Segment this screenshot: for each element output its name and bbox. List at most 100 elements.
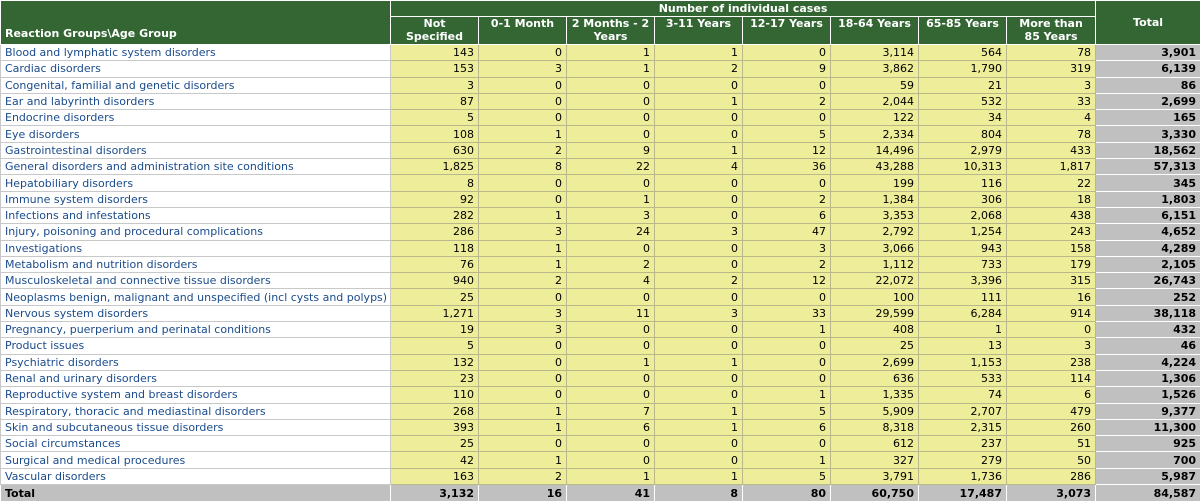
case-count-cell: 0 (567, 93, 655, 109)
row-total-cell: 57,313 (1096, 159, 1200, 175)
case-count-cell: 0 (743, 175, 831, 191)
case-count-cell: 1,736 (919, 468, 1007, 484)
row-total-cell: 165 (1096, 110, 1200, 126)
column-header: 18-64 Years (831, 17, 919, 45)
case-count-cell: 0 (567, 77, 655, 93)
case-count-cell: 3,114 (831, 45, 919, 61)
case-count-cell: 108 (391, 126, 479, 142)
case-count-cell: 78 (1007, 126, 1096, 142)
case-count-cell: 2 (655, 273, 743, 289)
case-count-cell: 0 (479, 436, 567, 452)
case-count-cell: 158 (1007, 240, 1096, 256)
case-count-cell: 8 (391, 175, 479, 191)
row-total-cell: 46 (1096, 338, 1200, 354)
case-count-cell: 1 (567, 45, 655, 61)
case-count-cell: 533 (919, 370, 1007, 386)
case-count-cell: 4 (655, 159, 743, 175)
column-total-cell: 60,750 (831, 485, 919, 502)
case-count-cell: 76 (391, 256, 479, 272)
case-count-cell: 438 (1007, 207, 1096, 223)
case-count-cell: 0 (655, 240, 743, 256)
case-count-cell: 0 (479, 93, 567, 109)
case-count-cell: 1 (655, 45, 743, 61)
case-count-cell: 78 (1007, 45, 1096, 61)
case-count-cell: 4 (1007, 110, 1096, 126)
case-count-cell: 1 (479, 240, 567, 256)
case-count-cell: 23 (391, 370, 479, 386)
table-row: Vascular disorders16321153,7911,7362865,… (1, 468, 1200, 484)
case-count-cell: 0 (655, 436, 743, 452)
case-count-cell: 25 (391, 289, 479, 305)
table-row: Renal and urinary disorders2300006365331… (1, 370, 1200, 386)
table-row: Reproductive system and breast disorders… (1, 387, 1200, 403)
row-total-cell: 4,224 (1096, 354, 1200, 370)
case-count-cell: 0 (655, 338, 743, 354)
case-count-cell: 943 (919, 240, 1007, 256)
row-total-cell: 11,300 (1096, 419, 1200, 435)
row-total-cell: 86 (1096, 77, 1200, 93)
case-count-cell: 0 (567, 387, 655, 403)
case-count-cell: 6 (567, 419, 655, 435)
case-count-cell: 42 (391, 452, 479, 468)
case-count-cell: 6,284 (919, 305, 1007, 321)
case-count-cell: 3 (391, 77, 479, 93)
case-count-cell: 1 (919, 322, 1007, 338)
case-count-cell: 9 (743, 61, 831, 77)
row-total-cell: 6,139 (1096, 61, 1200, 77)
case-count-cell: 940 (391, 273, 479, 289)
case-count-cell: 29,599 (831, 305, 919, 321)
case-count-cell: 21 (919, 77, 1007, 93)
case-count-cell: 1,825 (391, 159, 479, 175)
case-count-cell: 1 (567, 61, 655, 77)
case-count-cell: 2,334 (831, 126, 919, 142)
case-count-cell: 12 (743, 273, 831, 289)
row-total-cell: 4,652 (1096, 224, 1200, 240)
row-label: Ear and labyrinth disorders (1, 93, 391, 109)
case-count-cell: 630 (391, 142, 479, 158)
column-total-cell: 3,132 (391, 485, 479, 502)
case-count-cell: 8,318 (831, 419, 919, 435)
case-count-cell: 0 (1007, 322, 1096, 338)
case-count-cell: 6 (1007, 387, 1096, 403)
column-total-cell: 3,073 (1007, 485, 1096, 502)
row-label: Blood and lymphatic system disorders (1, 45, 391, 61)
row-total-cell: 6,151 (1096, 207, 1200, 223)
case-count-cell: 636 (831, 370, 919, 386)
case-count-cell: 2 (567, 256, 655, 272)
table-row: Skin and subcutaneous tissue disorders39… (1, 419, 1200, 435)
row-total-cell: 3,330 (1096, 126, 1200, 142)
row-total-cell: 2,699 (1096, 93, 1200, 109)
case-count-cell: 3 (479, 224, 567, 240)
case-count-cell: 1 (567, 191, 655, 207)
case-count-cell: 1 (655, 468, 743, 484)
case-count-cell: 0 (567, 175, 655, 191)
grand-total-cell: 84,587 (1096, 485, 1200, 502)
case-count-cell: 122 (831, 110, 919, 126)
case-count-cell: 3,066 (831, 240, 919, 256)
case-count-cell: 1 (479, 126, 567, 142)
column-header: Not Specified (391, 17, 479, 45)
row-total-cell: 5,987 (1096, 468, 1200, 484)
case-count-cell: 1 (479, 207, 567, 223)
case-count-cell: 0 (743, 370, 831, 386)
case-count-cell: 2,068 (919, 207, 1007, 223)
case-count-cell: 1 (743, 387, 831, 403)
case-count-cell: 22 (1007, 175, 1096, 191)
case-count-cell: 1,817 (1007, 159, 1096, 175)
row-total-cell: 1,526 (1096, 387, 1200, 403)
group-header: Number of individual cases (391, 1, 1096, 17)
row-total-cell: 1,803 (1096, 191, 1200, 207)
case-count-cell: 282 (391, 207, 479, 223)
case-count-cell: 0 (567, 240, 655, 256)
table-row: Pregnancy, puerperium and perinatal cond… (1, 322, 1200, 338)
case-count-cell: 0 (655, 289, 743, 305)
case-count-cell: 0 (567, 110, 655, 126)
case-count-cell: 18 (1007, 191, 1096, 207)
case-count-cell: 1 (655, 142, 743, 158)
case-count-cell: 116 (919, 175, 1007, 191)
case-count-cell: 6 (743, 419, 831, 435)
case-count-cell: 153 (391, 61, 479, 77)
case-count-cell: 306 (919, 191, 1007, 207)
case-count-cell: 0 (655, 110, 743, 126)
case-count-cell: 0 (655, 191, 743, 207)
